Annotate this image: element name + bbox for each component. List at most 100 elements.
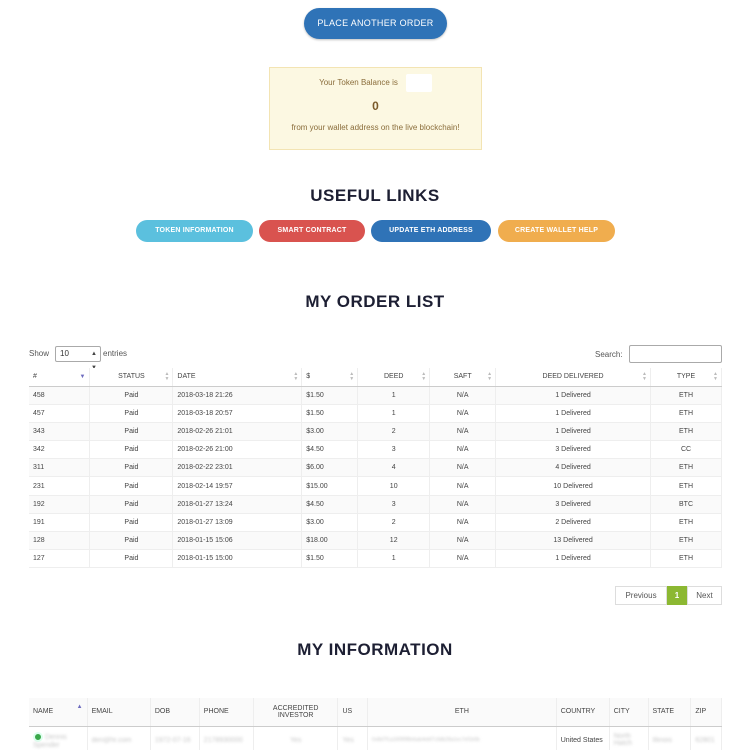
table-cell: N/A [429, 513, 497, 533]
table-cell: 2 Delivered [495, 513, 651, 533]
table-cell: 342 [29, 440, 91, 460]
table-row: 311 Paid 2018-02-22 23:01 $6.00 4 N/A 4 Delive… [29, 458, 722, 478]
token-balance-line: Your Token Balance is [270, 74, 481, 92]
table-cell: N/A [429, 458, 497, 478]
pagination-previous[interactable]: Previous [615, 586, 667, 605]
table-cell: 128 [29, 531, 91, 551]
sort-icon: ▲ ▼ [713, 371, 718, 382]
table-cell: 2018-02-26 21:00 [172, 440, 303, 460]
table-cell: Paid [89, 531, 174, 551]
table-row: 342 Paid 2018-02-26 21:00 $4.50 3 N/A 3 Delive… [29, 440, 722, 460]
sort-icon: ▲ ▼ [642, 371, 647, 382]
order-list-heading: MY ORDER LIST [305, 292, 445, 311]
info-us-value: Yes [337, 726, 369, 750]
table-cell: N/A [429, 422, 497, 442]
column-header-eth[interactable]: ETH [367, 698, 557, 727]
pagination-page-1[interactable]: 1 [667, 586, 687, 605]
sort-icon: ▲ ▼ [164, 371, 170, 382]
column-header-status[interactable]: STATUS ▲ ▼ [89, 368, 174, 387]
table-cell: 1 Delivered [495, 404, 651, 423]
table-cell: 3 Delivered [495, 440, 651, 460]
table-cell: $1.50 [301, 404, 359, 423]
table-cell: 2018-01-15 15:06 [172, 531, 303, 551]
column-header-city[interactable]: CITY [609, 698, 649, 727]
column-header-country[interactable]: COUNTRY [556, 698, 610, 727]
table-cell: 1 Delivered [495, 549, 651, 569]
table-cell: Paid [89, 404, 174, 423]
table-cell: ETH [650, 386, 722, 405]
table-cell: Paid [89, 513, 174, 533]
table-cell: $3.00 [301, 513, 359, 533]
column-header-amount[interactable]: $ ▲ ▼ [301, 368, 359, 387]
info-eth-value: 0x8d7f1a16f9f9f8ebab4ebf7c9db28a1ec7ef1b… [367, 726, 557, 750]
pagination-next[interactable]: Next [687, 586, 722, 605]
column-header-type[interactable]: TYPE ▲ ▼ [650, 368, 722, 387]
column-header-id[interactable]: # ▼ [29, 368, 91, 387]
search-input[interactable] [629, 345, 722, 363]
table-cell: ETH [650, 458, 722, 478]
table-cell: 2 [357, 513, 431, 533]
info-country-value: United States [556, 726, 610, 750]
update-eth-address-button[interactable]: UPDATE ETH ADDRESS [371, 220, 491, 242]
table-row: 457 Paid 2018-03-18 20:57 $1.50 1 N/A 1 Delive… [29, 404, 722, 423]
table-cell: ETH [650, 513, 722, 533]
column-header-deed-delivered[interactable]: DEED DELIVERED ▲ ▼ [495, 368, 651, 387]
column-header-email[interactable]: EMAIL [87, 698, 151, 727]
sort-icon: ▲ ▼ [487, 371, 493, 382]
column-header-deed[interactable]: DEED ▲ ▼ [357, 368, 431, 387]
table-cell: 2 [357, 422, 431, 442]
place-another-order-button[interactable]: PLACE ANOTHER ORDER [304, 8, 447, 39]
table-cell: $18.00 [301, 531, 359, 551]
token-balance-input[interactable] [405, 74, 432, 92]
table-cell: 13 Delivered [495, 531, 651, 551]
table-row: 128 Paid 2018-01-15 15:06 $18.00 12 N/A 13 Del… [29, 531, 722, 551]
table-cell: 2018-03-18 20:57 [172, 404, 303, 423]
table-cell: 311 [29, 458, 91, 478]
table-cell: 3 [357, 440, 431, 460]
column-header-zip[interactable]: ZIP [690, 698, 722, 727]
column-header-state[interactable]: STATE [648, 698, 692, 727]
entries-select[interactable]: 10 ▲▼ [55, 346, 101, 371]
table-cell: 458 [29, 386, 91, 405]
table-cell: ETH [650, 422, 722, 442]
column-header-us[interactable]: US [337, 698, 369, 727]
table-cell: 2018-01-27 13:24 [172, 495, 303, 514]
table-row: 343 Paid 2018-02-26 21:01 $3.00 2 N/A 1 Delive… [29, 422, 722, 442]
smart-contract-button[interactable]: SMART CONTRACT [259, 220, 365, 242]
table-cell: CC [650, 440, 722, 460]
table-cell: 127 [29, 549, 91, 569]
table-row: 191 Paid 2018-01-27 13:09 $3.00 2 N/A 2 Delive… [29, 513, 722, 533]
sort-asc-icon: ▲ [76, 704, 83, 710]
info-cell-name: Dennis Spender [29, 726, 88, 750]
token-information-button[interactable]: TOKEN INFORMATION [136, 220, 253, 242]
table-cell: Paid [89, 549, 174, 569]
table-cell: N/A [429, 440, 497, 460]
table-cell: Paid [89, 440, 174, 460]
table-cell: N/A [429, 476, 497, 496]
table-cell: N/A [429, 549, 497, 569]
column-header-saft[interactable]: SAFT ▲ ▼ [429, 368, 497, 387]
table-cell: 343 [29, 422, 91, 442]
expand-row-icon[interactable] [33, 731, 43, 742]
table-row: 127 Paid 2018-01-15 15:00 $1.50 1 N/A 1 Delive… [29, 549, 722, 569]
table-cell: 192 [29, 495, 91, 514]
info-zip-value: 62801 [690, 726, 722, 750]
token-balance-box: Your Token Balance is 0 from your wallet… [269, 67, 482, 150]
table-cell: ETH [650, 549, 722, 569]
create-wallet-help-button[interactable]: CREATE WALLET HELP [498, 220, 615, 242]
column-header-name[interactable]: NAME ▲ [29, 698, 88, 727]
column-header-date[interactable]: DATE ▲ ▼ [172, 368, 303, 387]
table-row: 231 Paid 2018-02-14 19:57 $15.00 10 N/A 10 Del… [29, 476, 722, 496]
search-label: Search: [595, 350, 623, 359]
column-header-dob[interactable]: DOB [150, 698, 200, 727]
table-cell: 2018-01-27 13:09 [172, 513, 303, 533]
orders-header-row: # ▼ STATUS ▲ ▼ DATE ▲ ▼ $ ▲ ▼ DEED ▲ ▼ SAFT ▲ ▼ DEE… [29, 368, 722, 387]
table-cell: 191 [29, 513, 91, 533]
token-balance-note: from your wallet address on the live blo… [291, 123, 460, 132]
table-cell: N/A [429, 404, 497, 423]
table-cell: BTC [650, 495, 722, 514]
table-cell: $1.50 [301, 549, 359, 569]
information-header-row: NAME ▲ EMAIL DOB PHONE ACCREDITED INVESTO… [29, 698, 722, 727]
column-header-accredited-investor[interactable]: ACCREDITED INVESTOR [253, 698, 339, 727]
column-header-phone[interactable]: PHONE [199, 698, 254, 727]
